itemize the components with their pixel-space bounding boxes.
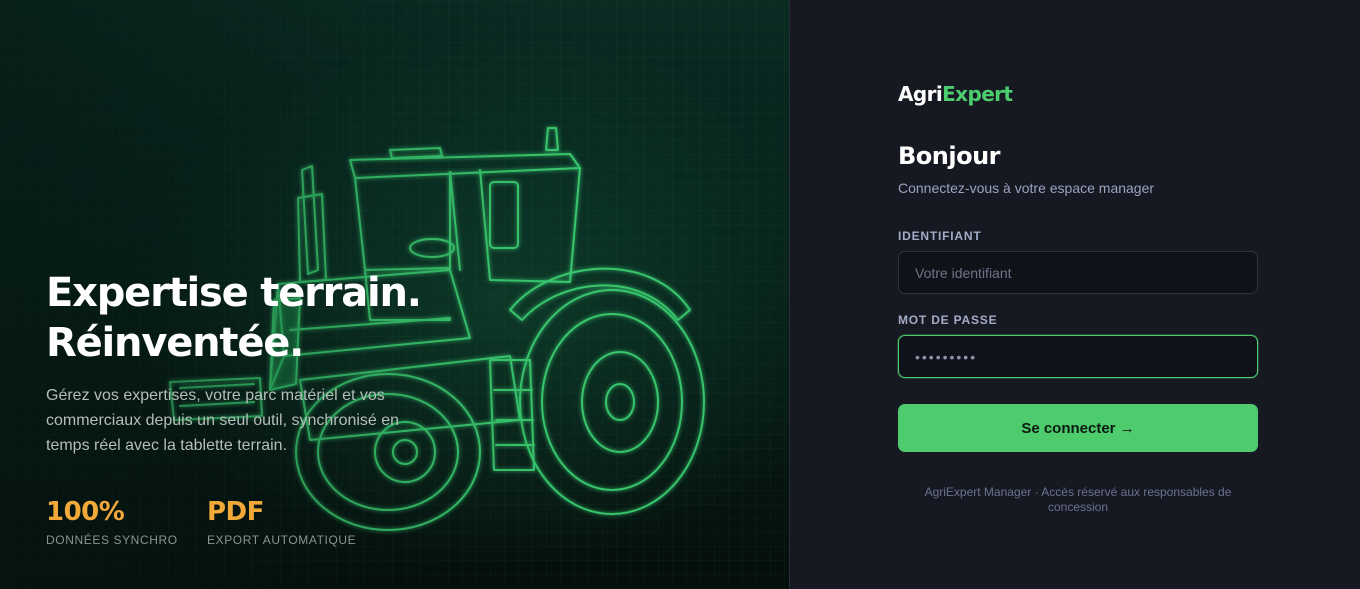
stat-export: PDF EXPORT AUTOMATIQUE bbox=[207, 496, 356, 547]
login-footer-note: AgriExpert Manager · Accès réservé aux r… bbox=[924, 485, 1232, 514]
stat-sync-value: 100% bbox=[46, 497, 125, 527]
login-panel: AgriExpert Bonjour Connectez-vous à votr… bbox=[791, 0, 1360, 589]
brand-logo: AgriExpert bbox=[898, 82, 1013, 106]
stat-sync-label: DONNÉES SYNCHRO bbox=[46, 533, 178, 547]
login-submit-button[interactable]: Se connecter → bbox=[898, 404, 1258, 452]
stat-export-label: EXPORT AUTOMATIQUE bbox=[207, 533, 357, 547]
hero-headline-line2: Réinventée. bbox=[46, 320, 304, 366]
brand-logo-part1: Agri bbox=[898, 82, 943, 106]
stat-export-value: PDF bbox=[207, 497, 264, 527]
stat-sync: 100% DONNÉES SYNCHRO bbox=[46, 496, 178, 547]
greeting-subtitle: Connectez-vous à votre espace manager bbox=[898, 180, 1155, 196]
brand-logo-part2: Expert bbox=[942, 82, 1013, 106]
username-label: IDENTIFIANT bbox=[898, 229, 982, 243]
hero-headline-line1: Expertise terrain. bbox=[46, 270, 422, 316]
password-input[interactable] bbox=[898, 335, 1258, 378]
hero-panel: Expertise terrain. Réinventée. Gérez vos… bbox=[0, 0, 790, 589]
greeting-title: Bonjour bbox=[898, 142, 1001, 170]
username-input[interactable] bbox=[898, 251, 1258, 294]
hero-description: Gérez vos expertises, votre parc matérie… bbox=[46, 387, 400, 454]
password-label: MOT DE PASSE bbox=[898, 313, 998, 327]
hero-headline: Expertise terrain. Réinventée. bbox=[46, 268, 422, 368]
